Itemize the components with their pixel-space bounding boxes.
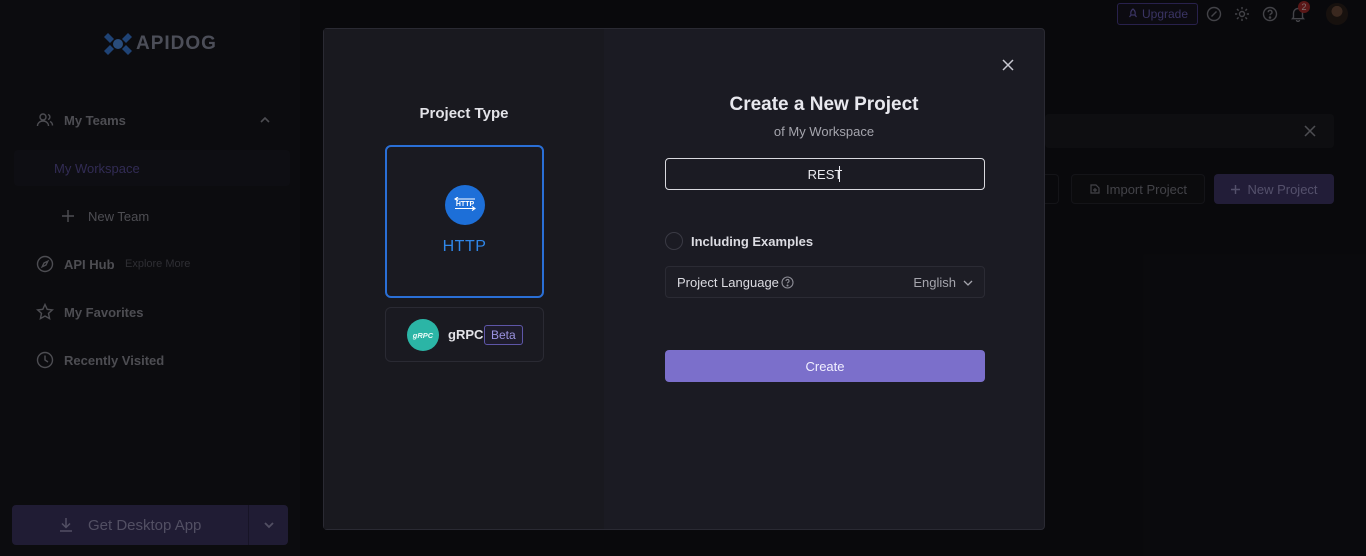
- grpc-icon: gRPC: [407, 319, 439, 351]
- svg-text:gRPC: gRPC: [412, 331, 434, 340]
- project-name-input[interactable]: [665, 158, 985, 190]
- http-label: HTTP: [442, 238, 487, 255]
- create-button[interactable]: Create: [665, 350, 985, 382]
- including-examples-label: Including Examples: [691, 233, 814, 249]
- create-project-dialog: Project Type HTTP HTTP gRPC gRPC Beta Cr…: [323, 28, 1045, 530]
- dialog-subtitle: of My Workspace: [773, 124, 875, 139]
- dialog-title: Create a New Project: [729, 94, 919, 115]
- http-project-type-card[interactable]: HTTP HTTP: [385, 145, 544, 298]
- including-examples-checkbox[interactable]: [665, 232, 683, 250]
- including-examples-option[interactable]: Including Examples: [665, 231, 813, 251]
- project-language-value: English: [913, 275, 956, 290]
- question-circle-icon[interactable]: [781, 276, 794, 289]
- grpc-project-type-card[interactable]: gRPC gRPC Beta: [385, 307, 544, 362]
- project-language-select[interactable]: Project Language English: [665, 266, 985, 298]
- chevron-down-icon: [963, 280, 973, 286]
- beta-badge: Beta: [484, 325, 523, 345]
- close-icon[interactable]: [1000, 57, 1016, 73]
- project-language-label: Project Language: [677, 275, 779, 290]
- project-type-panel: Project Type HTTP HTTP gRPC gRPC Beta: [324, 29, 604, 529]
- project-type-title: Project Type: [419, 105, 509, 122]
- grpc-label: gRPC: [448, 327, 484, 342]
- text-caret: [839, 166, 840, 182]
- svg-text:HTTP: HTTP: [456, 201, 475, 208]
- http-icon: HTTP: [445, 185, 485, 225]
